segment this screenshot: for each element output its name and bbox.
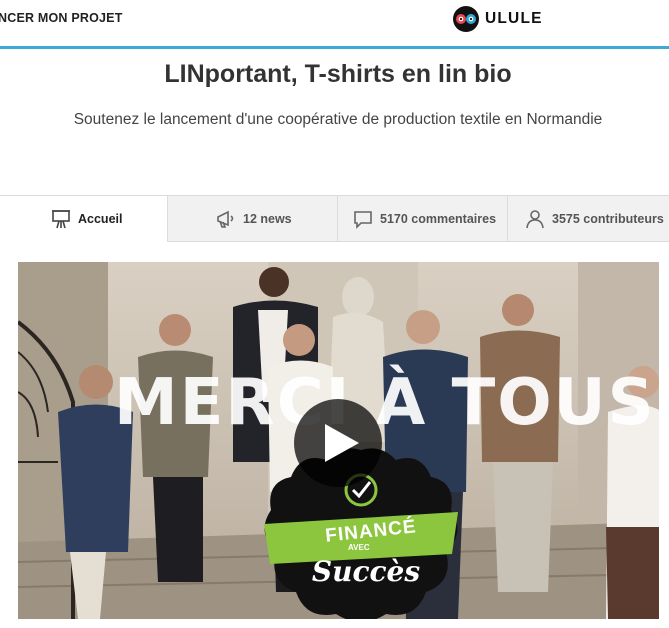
project-video[interactable]: MERCI À TOUS FINANCÉ AVEC Succès [18, 262, 659, 619]
tab-label: 3575 contributeurs [552, 211, 664, 226]
tab-accueil[interactable]: Accueil [0, 195, 168, 242]
header-accent-line [0, 46, 669, 49]
top-header: NCER MON PROJET ULULE [0, 0, 669, 46]
project-tabs: Accueil 12 news 5170 commentaires 3575 c… [0, 195, 669, 242]
project-title: LINportant, T-shirts en lin bio [164, 60, 512, 88]
start-project-link[interactable]: NCER MON PROJET [0, 11, 123, 25]
ulule-owl-icon [452, 6, 480, 32]
play-button[interactable] [294, 399, 382, 487]
person-icon [524, 208, 546, 230]
play-icon [325, 424, 359, 462]
megaphone-icon [215, 208, 237, 230]
easel-icon [50, 208, 72, 230]
tab-news[interactable]: 12 news [167, 195, 338, 242]
project-subtitle: Soutenez le lancement d'une coopérative … [73, 111, 603, 128]
logo-wordmark: ULULE [485, 10, 543, 27]
badge-success-label: Succès [311, 555, 421, 588]
badge-with-label: AVEC [348, 543, 370, 552]
tab-label: Accueil [78, 211, 123, 226]
tab-comments[interactable]: 5170 commentaires [337, 195, 508, 242]
speech-bubble-icon [352, 208, 374, 230]
tab-label: 5170 commentaires [380, 211, 497, 226]
video-overlay-text: MERCI À TOUS [114, 366, 656, 440]
ulule-logo[interactable]: ULULE [452, 6, 543, 32]
tab-label: 12 news [243, 211, 292, 226]
tab-contributors[interactable]: 3575 contributeurs [507, 195, 669, 242]
